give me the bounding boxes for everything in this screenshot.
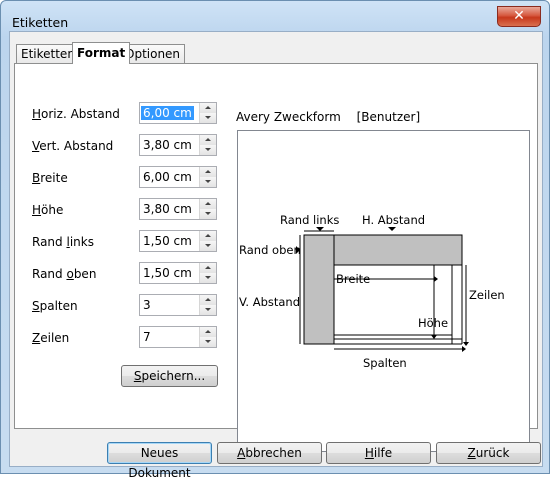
rand-oben-label: Rand oben <box>32 267 97 281</box>
rand-links-label: Rand links <box>32 235 94 249</box>
help-button[interactable]: Hilfe <box>326 442 431 464</box>
hoehe-arrows <box>199 199 216 219</box>
spalten-arrows <box>199 295 216 315</box>
back-button[interactable]: Zurück <box>436 442 541 464</box>
tab-format[interactable]: Format <box>72 42 131 64</box>
vert-abstand-value[interactable]: 3,80 cm <box>143 138 192 152</box>
tab-etiketten[interactable]: Etiketten <box>16 44 80 63</box>
vert-abstand-down-icon[interactable] <box>200 145 216 155</box>
zeilen-value[interactable]: 7 <box>143 330 151 344</box>
tab-etiketten-label: Etiketten <box>21 47 75 61</box>
preview-type: [Benutzer] <box>356 110 421 124</box>
label-zeilen: Zeilen <box>469 288 505 302</box>
format-tab-panel: Horiz. Abstand 6,00 cm Vert. Abstand 3,8… <box>14 63 538 452</box>
dialog-client-area: Etiketten Format Optionen Horiz. Abstand… <box>9 31 543 480</box>
save-button[interactable]: Speichern... <box>121 365 218 387</box>
rand-oben-arrows <box>199 263 216 283</box>
rand-links-arrows <box>199 231 216 251</box>
breite-spinbox[interactable]: 6,00 cm <box>139 166 217 188</box>
cancel-button[interactable]: Abbrechen <box>217 442 322 464</box>
rand-oben-value[interactable]: 1,50 cm <box>143 266 192 280</box>
rand-links-spinbox[interactable]: 1,50 cm <box>139 230 217 252</box>
hoehe-value[interactable]: 3,80 cm <box>143 202 192 216</box>
vert-abstand-arrows <box>199 135 216 155</box>
close-icon: ✕ <box>513 8 525 24</box>
label-breite: Breite <box>336 272 370 286</box>
label-hoehe: Höhe <box>418 316 448 330</box>
spalten-spinbox[interactable]: 3 <box>139 294 217 316</box>
spalten-value[interactable]: 3 <box>143 298 151 312</box>
breite-value[interactable]: 6,00 cm <box>143 170 192 184</box>
spalten-label: Spalten <box>32 299 78 313</box>
rand-oben-spinbox[interactable]: 1,50 cm <box>139 262 217 284</box>
breite-down-icon[interactable] <box>200 177 216 187</box>
breite-arrows <box>199 167 216 187</box>
label-v-abstand: V. Abstand <box>239 295 300 309</box>
label-rand-oben: Rand oben <box>239 243 301 257</box>
label-h-abstand: H. Abstand <box>362 213 425 227</box>
zeilen-down-icon[interactable] <box>200 337 216 347</box>
horiz-abstand-value[interactable]: 6,00 cm <box>141 106 194 120</box>
label-rand-links: Rand links <box>280 213 339 227</box>
hoehe-label: Höhe <box>32 203 64 217</box>
zeilen-arrows <box>199 327 216 347</box>
breite-label: Breite <box>32 171 68 185</box>
zeilen-label: Zeilen <box>32 331 70 345</box>
hoehe-spinbox[interactable]: 3,80 cm <box>139 198 217 220</box>
horiz-abstand-spinbox[interactable]: 6,00 cm <box>139 102 217 124</box>
horiz-abstand-label: Horiz. Abstand <box>32 107 120 121</box>
tab-format-label: Format <box>77 46 126 60</box>
horiz-abstand-down-icon[interactable] <box>200 113 216 123</box>
window-title: Etiketten <box>12 15 69 30</box>
rand-links-value[interactable]: 1,50 cm <box>143 234 192 248</box>
close-button[interactable]: ✕ <box>497 6 541 27</box>
label-preview: Rand links H. Abstand Rand oben V. Absta… <box>237 130 530 452</box>
horiz-abstand-arrows <box>199 103 216 123</box>
hoehe-down-icon[interactable] <box>200 209 216 219</box>
spalten-down-icon[interactable] <box>200 305 216 315</box>
vert-abstand-spinbox[interactable]: 3,80 cm <box>139 134 217 156</box>
tab-optionen-label: Optionen <box>125 47 181 61</box>
preview-header: Avery Zweckform [Benutzer] <box>236 110 432 124</box>
preview-brand: Avery Zweckform <box>236 110 341 124</box>
label-spalten: Spalten <box>363 356 407 370</box>
label-preview-diagram: Rand links H. Abstand Rand oben V. Absta… <box>239 213 505 370</box>
rand-links-down-icon[interactable] <box>200 241 216 251</box>
vert-abstand-label: Vert. Abstand <box>32 139 114 153</box>
new-document-button[interactable]: Neues Dokument <box>107 442 212 480</box>
zeilen-spinbox[interactable]: 7 <box>139 326 217 348</box>
rand-oben-down-icon[interactable] <box>200 273 216 283</box>
dialog-window: Etiketten ✕ Etiketten Format Optionen Ho… <box>0 0 550 480</box>
